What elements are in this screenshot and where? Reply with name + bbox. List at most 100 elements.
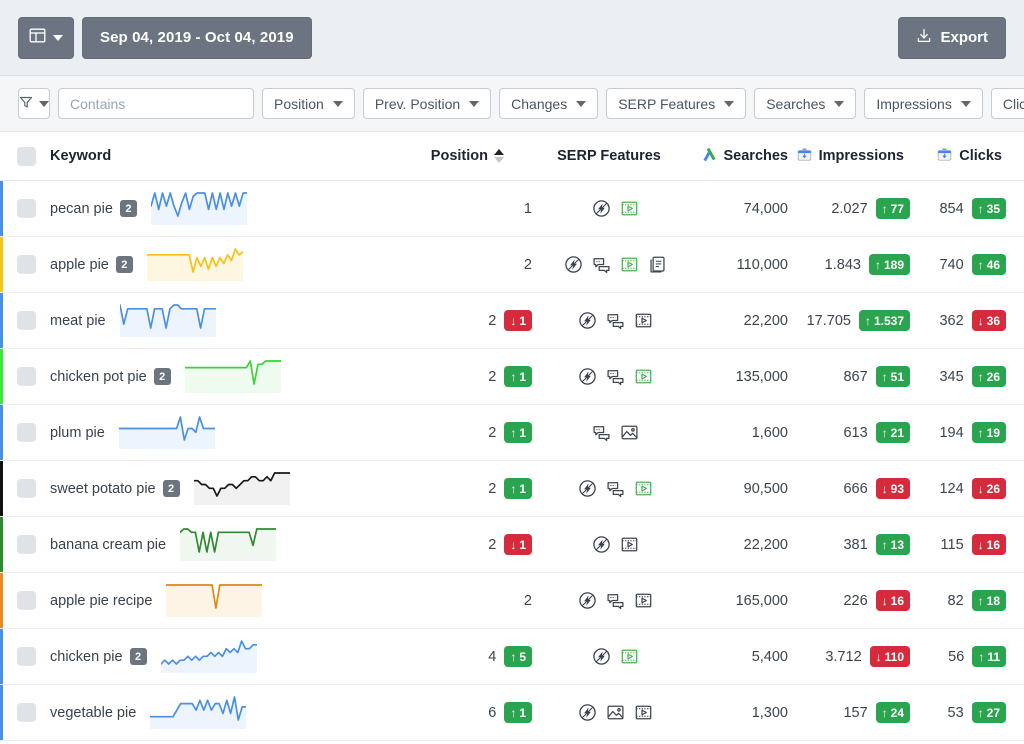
serp-feature-faq-icon[interactable] [606, 479, 625, 498]
column-label-clicks: Clicks [959, 148, 1002, 164]
keyword-label[interactable]: sweet potato pie [50, 481, 156, 497]
google-search-console-icon [936, 146, 953, 167]
row-checkbox[interactable] [16, 199, 36, 218]
row-select-cell [0, 367, 46, 386]
clicks-cell: 740 ↑ 46 [914, 254, 1024, 275]
serp-feature-video-dark-icon[interactable] [634, 591, 653, 610]
serp-feature-video-green-icon[interactable] [634, 479, 653, 498]
keyword-label[interactable]: apple pie [50, 257, 109, 273]
keyword-cell: apple pie recipe [46, 581, 420, 621]
column-label-keyword: Keyword [50, 148, 112, 164]
serp-feature-video-green-icon[interactable] [620, 647, 639, 666]
view-options-button[interactable] [18, 16, 74, 59]
clicks-change-badge: ↓ 16 [971, 534, 1006, 555]
date-range-button[interactable]: Sep 04, 2019 - Oct 04, 2019 [82, 16, 312, 59]
filter-chip-searches[interactable]: Searches [754, 88, 857, 119]
serp-feature-amp-icon[interactable] [592, 647, 611, 666]
date-range-label: Sep 04, 2019 - Oct 04, 2019 [100, 29, 294, 46]
column-header-keyword[interactable]: Keyword [46, 148, 414, 164]
filter-button[interactable] [18, 88, 50, 119]
clicks-value: 362 [939, 312, 964, 329]
impressions-value: 17.705 [806, 312, 851, 329]
table-row[interactable]: meat pie 2 ↓ 1 22,200 17.705 ↑ 1.537 362… [0, 293, 1024, 349]
serp-feature-reviews-icon[interactable] [648, 255, 667, 274]
table-row[interactable]: chicken pot pie 2 2 ↑ 1 135,000 867 ↑ 51… [0, 349, 1024, 405]
keyword-label[interactable]: pecan pie [50, 201, 113, 217]
table-row[interactable]: plum pie 2 ↑ 1 1,600 613 ↑ 21 194 ↑ 19 [0, 405, 1024, 461]
column-header-serp-features[interactable]: SERP Features [534, 148, 684, 164]
serp-feature-faq-icon[interactable] [592, 255, 611, 274]
column-header-impressions[interactable]: Impressions [792, 146, 914, 167]
row-checkbox[interactable] [16, 647, 36, 666]
filter-chip-label: Impressions [876, 95, 952, 112]
filter-chip-prev-position[interactable]: Prev. Position [362, 88, 492, 119]
serp-feature-amp-icon[interactable] [578, 367, 597, 386]
table-row[interactable]: chicken pie 2 4 ↑ 5 5,400 3.712 ↓ 110 56… [0, 629, 1024, 685]
row-checkbox[interactable] [16, 591, 36, 610]
filter-chip-clicks[interactable]: Clicks [990, 88, 1024, 119]
impressions-cell: 3.712 ↓ 110 [792, 646, 914, 667]
serp-feature-amp-icon[interactable] [592, 199, 611, 218]
row-checkbox[interactable] [16, 367, 36, 386]
table-row[interactable]: pecan pie 2 1 74,000 2.027 ↑ 77 854 ↑ 35 [0, 181, 1024, 237]
serp-feature-faq-icon[interactable] [592, 423, 611, 442]
filter-chip-position[interactable]: Position [262, 88, 355, 119]
serp-feature-amp-icon[interactable] [578, 311, 597, 330]
filter-chip-serp-features[interactable]: SERP Features [606, 88, 747, 119]
row-checkbox[interactable] [16, 255, 36, 274]
table-row[interactable]: vegetable pie 6 ↑ 1 1,300 157 ↑ 24 53 ↑ … [0, 685, 1024, 741]
position-change-badge-value: 1 [519, 481, 526, 496]
keyword-label[interactable]: chicken pot pie [50, 369, 147, 385]
column-header-clicks[interactable]: Clicks [914, 146, 1024, 167]
keyword-cell: apple pie 2 [46, 245, 420, 285]
keyword-label[interactable]: apple pie recipe [50, 593, 152, 609]
serp-feature-image-icon[interactable] [606, 703, 625, 722]
column-label-impressions: Impressions [818, 148, 904, 164]
serp-feature-amp-icon[interactable] [592, 535, 611, 554]
serp-feature-faq-icon[interactable] [606, 591, 625, 610]
clicks-change-badge: ↑ 11 [972, 646, 1006, 667]
serp-feature-amp-icon[interactable] [578, 703, 597, 722]
table-row[interactable]: apple pie recipe 2 165,000 226 ↓ 16 82 ↑… [0, 573, 1024, 629]
sort-indicator-icon[interactable] [494, 149, 504, 163]
serp-feature-amp-icon[interactable] [578, 591, 597, 610]
keyword-label[interactable]: banana cream pie [50, 537, 166, 553]
serp-feature-amp-icon[interactable] [578, 479, 597, 498]
serp-feature-video-dark-icon[interactable] [620, 535, 639, 554]
arrow-up-icon: ↑ [510, 369, 517, 384]
row-checkbox[interactable] [16, 423, 36, 442]
serp-feature-video-green-icon[interactable] [620, 255, 639, 274]
keyword-label[interactable]: chicken pie [50, 649, 123, 665]
row-checkbox[interactable] [16, 535, 36, 554]
serp-feature-image-icon[interactable] [620, 423, 639, 442]
keyword-label[interactable]: vegetable pie [50, 705, 136, 721]
select-all-checkbox[interactable] [16, 146, 36, 166]
table-row[interactable]: apple pie 2 2 110,000 1.843 ↑ 189 740 ↑ … [0, 237, 1024, 293]
clicks-cell: 854 ↑ 35 [914, 198, 1024, 219]
serp-feature-video-dark-icon[interactable] [634, 311, 653, 330]
serp-feature-video-green-icon[interactable] [634, 367, 653, 386]
table-row[interactable]: banana cream pie 2 ↓ 1 22,200 381 ↑ 13 1… [0, 517, 1024, 573]
search-input[interactable] [58, 88, 254, 119]
filter-chip-changes[interactable]: Changes [499, 88, 599, 119]
serp-features-cell [540, 199, 690, 218]
serp-feature-faq-icon[interactable] [606, 367, 625, 386]
row-checkbox[interactable] [16, 703, 36, 722]
row-checkbox[interactable] [16, 311, 36, 330]
serp-feature-amp-icon[interactable] [564, 255, 583, 274]
column-header-position[interactable]: Position [414, 148, 534, 164]
row-checkbox[interactable] [16, 479, 36, 498]
keyword-label[interactable]: plum pie [50, 425, 105, 441]
column-header-searches[interactable]: Searches [684, 146, 792, 167]
serp-feature-faq-icon[interactable] [606, 311, 625, 330]
export-button[interactable]: Export [898, 16, 1006, 59]
keyword-label[interactable]: meat pie [50, 313, 106, 329]
chevron-down-icon [960, 100, 971, 107]
serp-feature-video-dark-icon[interactable] [634, 703, 653, 722]
serp-feature-video-green-icon[interactable] [620, 199, 639, 218]
filter-chip-impressions[interactable]: Impressions [864, 88, 983, 119]
table-row[interactable]: sweet potato pie 2 2 ↑ 1 90,500 666 ↓ 93… [0, 461, 1024, 517]
position-cell: 2 ↑ 1 [420, 366, 540, 387]
impressions-value: 2.027 [831, 200, 868, 217]
position-sparkline [136, 693, 248, 733]
